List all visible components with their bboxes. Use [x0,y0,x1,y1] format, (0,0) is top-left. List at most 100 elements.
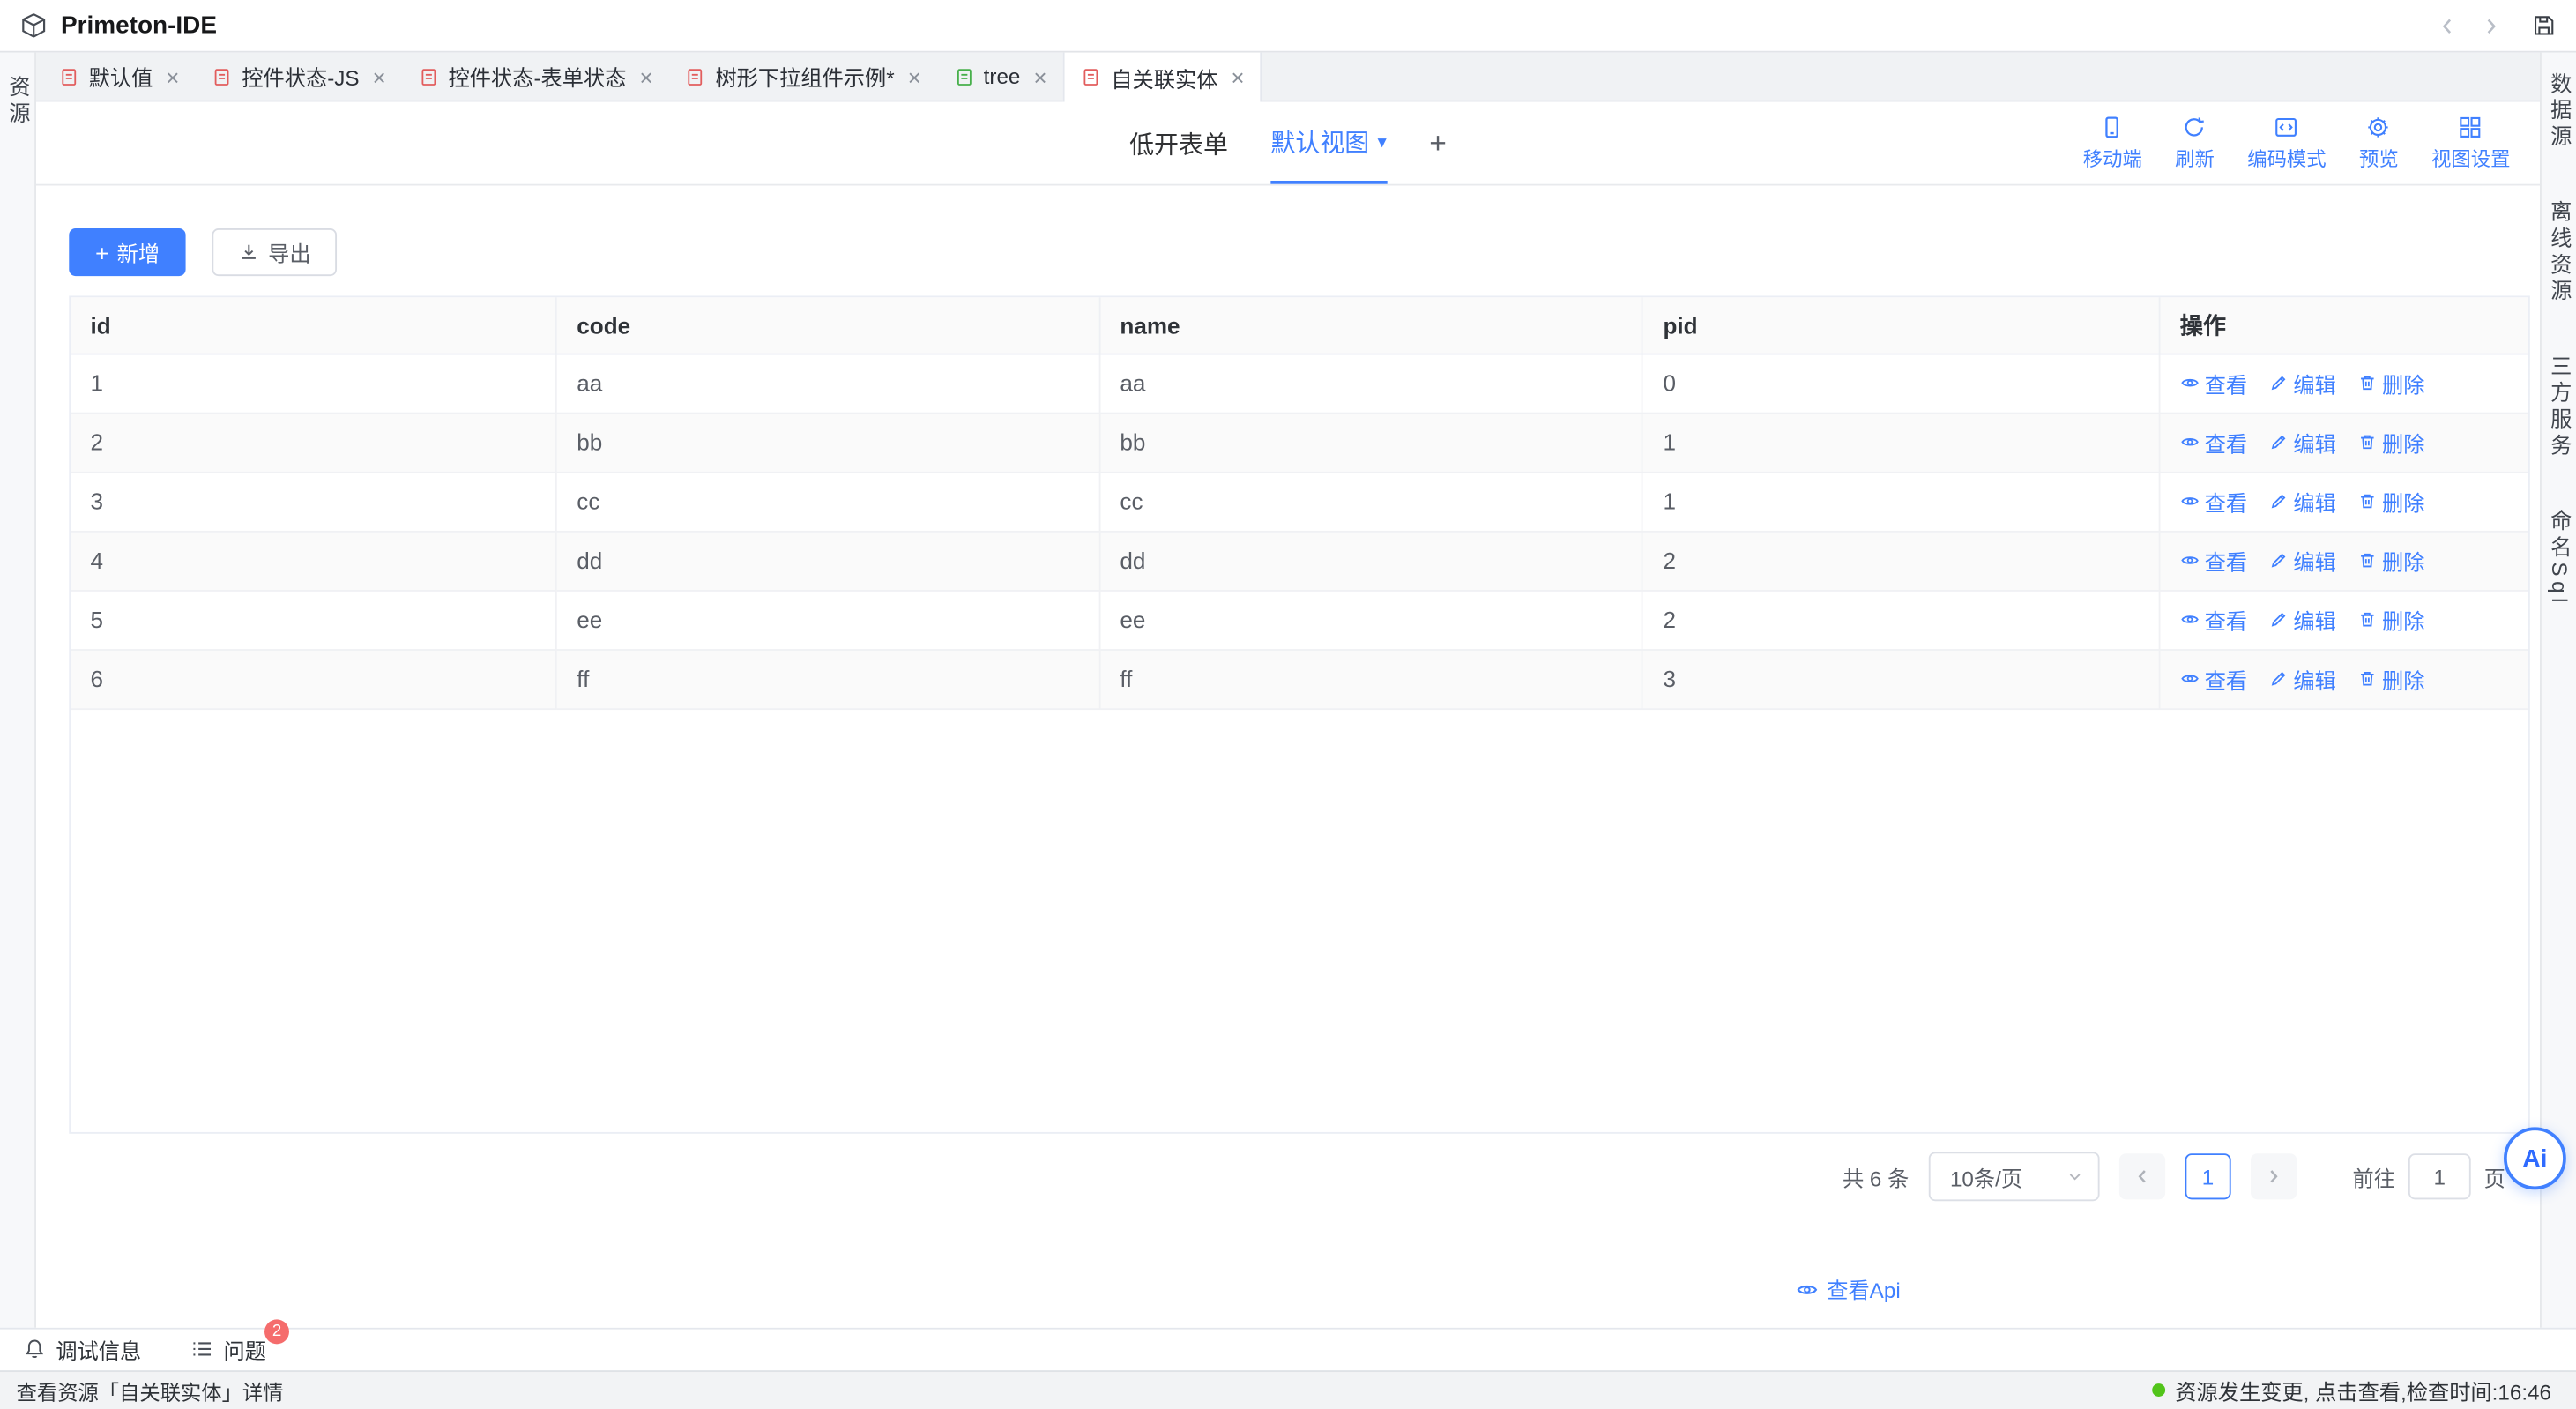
view-toolbar: 低开表单 默认视图 ▾ + 移动端 [36,102,2540,186]
cell-name: ee [1099,590,1642,649]
form-type-label[interactable]: 低开表单 [1129,126,1228,160]
cell-actions: 查看 编辑 删除 [2159,354,2528,413]
edit-action-link[interactable]: 编辑 [2268,367,2335,398]
delete-action-link[interactable]: 删除 [2357,604,2424,635]
close-icon[interactable]: × [1033,65,1046,88]
data-table: id code name pid 操作 1 aa aa 0 [71,297,2528,709]
close-icon[interactable]: × [372,65,385,88]
mobile-view-button[interactable]: 移动端 [2083,115,2142,172]
right-rail-item[interactable]: 数据源 [2542,59,2575,164]
table-row: 3 cc cc 1 查看 编辑 删除 [71,472,2528,531]
goto-page-input[interactable] [2408,1153,2471,1199]
editor-tab[interactable]: 树形下拉组件示例* × [669,53,937,101]
column-header-name: name [1099,297,1642,353]
eye-icon [2180,432,2200,451]
view-action-link[interactable]: 查看 [2180,427,2247,458]
trash-icon [2357,491,2377,511]
file-icon [212,66,232,86]
cell-actions: 查看 编辑 删除 [2159,413,2528,472]
problems-button[interactable]: 问题 2 [190,1333,266,1364]
editor-tab[interactable]: 默认值 × [42,53,196,101]
refresh-icon [2183,115,2207,139]
refresh-button[interactable]: 刷新 [2175,115,2215,172]
total-count: 共 6 条 [1843,1161,1909,1192]
view-action-link[interactable]: 查看 [2180,663,2247,694]
delete-action-link[interactable]: 删除 [2357,427,2424,458]
right-rail-item[interactable]: 离线资源 [2542,187,2575,318]
cell-actions: 查看 编辑 删除 [2159,590,2528,649]
status-bar: 查看资源「自关联实体」详情 资源发生变更, 点击查看,检查时间:16:46 [0,1369,2576,1409]
grid-icon [2459,115,2483,139]
export-button[interactable]: 导出 [212,228,338,276]
page-size-select[interactable]: 10条/页 [1929,1152,2100,1201]
data-table-container: id code name pid 操作 1 aa aa 0 [69,295,2530,1133]
prev-page-button[interactable] [2119,1153,2165,1199]
delete-action-link[interactable]: 删除 [2357,486,2424,517]
preview-button[interactable]: 预览 [2359,115,2399,172]
close-icon[interactable]: × [908,65,921,88]
bottom-toolbar: 调试信息 问题 2 [0,1327,2576,1369]
view-api-link[interactable]: 查看Api [1796,1273,1901,1304]
cell-pid: 1 [1642,413,2159,472]
nav-back-icon[interactable] [2437,14,2460,37]
edit-action-link[interactable]: 编辑 [2268,604,2335,635]
editor-tab[interactable]: 自关联实体 × [1063,53,1262,102]
nav-forward-icon[interactable] [2479,14,2502,37]
cell-pid: 1 [1642,472,2159,531]
cell-actions: 查看 编辑 删除 [2159,472,2528,531]
tab-label: 默认值 [89,61,153,92]
code-mode-button[interactable]: 编码模式 [2247,115,2326,172]
status-change-message[interactable]: 资源发生变更, 点击查看,检查时间:16:46 [2152,1371,2551,1409]
edit-action-link[interactable]: 编辑 [2268,663,2335,694]
table-row: 4 dd dd 2 查看 编辑 删除 [71,531,2528,590]
left-rail-resources[interactable]: 资源 [1,63,34,141]
ai-assistant-button[interactable]: Ai [2504,1127,2566,1189]
eye-icon [2180,550,2200,570]
table-body: 1 aa aa 0 查看 编辑 删除 [71,354,2528,709]
debug-info-button[interactable]: 调试信息 [23,1333,141,1364]
view-action-link[interactable]: 查看 [2180,486,2247,517]
editor-tab[interactable]: tree × [937,53,1063,101]
column-header-actions: 操作 [2159,297,2528,353]
pencil-icon [2268,373,2288,392]
view-action-link[interactable]: 查看 [2180,545,2247,576]
trash-icon [2357,668,2377,688]
right-rail-item[interactable]: 命名Sql [2542,496,2575,621]
cell-code: aa [556,354,1099,413]
problems-count-badge: 2 [264,1319,289,1344]
file-icon [686,66,705,86]
save-icon[interactable] [2532,13,2557,38]
cell-code: cc [556,472,1099,531]
edit-action-link[interactable]: 编辑 [2268,427,2335,458]
app-title: Primeton-IDE [61,11,217,40]
active-view-tab[interactable]: 默认视图 ▾ [1270,102,1386,184]
add-button[interactable]: + 新增 [69,228,186,276]
delete-action-link[interactable]: 删除 [2357,663,2424,694]
pencil-icon [2268,609,2288,629]
eye-icon [2180,491,2200,511]
cell-code: bb [556,413,1099,472]
page-number-button[interactable]: 1 [2185,1153,2230,1199]
next-page-button[interactable] [2251,1153,2297,1199]
file-icon [419,66,438,86]
delete-action-link[interactable]: 删除 [2357,367,2424,398]
add-view-button[interactable]: + [1429,126,1447,160]
cell-id: 3 [71,472,556,531]
close-icon[interactable]: × [166,65,179,88]
delete-action-link[interactable]: 删除 [2357,545,2424,576]
trash-icon [2357,609,2377,629]
file-icon [954,66,973,86]
close-icon[interactable]: × [639,65,652,88]
close-icon[interactable]: × [1231,66,1244,89]
edit-action-link[interactable]: 编辑 [2268,486,2335,517]
editor-tab[interactable]: 控件状态-表单状态 × [402,53,669,101]
view-settings-button[interactable]: 视图设置 [2431,115,2510,172]
view-action-link[interactable]: 查看 [2180,604,2247,635]
trash-icon [2357,432,2377,451]
view-action-link[interactable]: 查看 [2180,367,2247,398]
edit-action-link[interactable]: 编辑 [2268,545,2335,576]
right-rail-item[interactable]: 三方服务 [2542,342,2575,473]
cell-pid: 2 [1642,590,2159,649]
editor-tab[interactable]: 控件状态-JS × [196,53,402,101]
table-row: 2 bb bb 1 查看 编辑 删除 [71,413,2528,472]
